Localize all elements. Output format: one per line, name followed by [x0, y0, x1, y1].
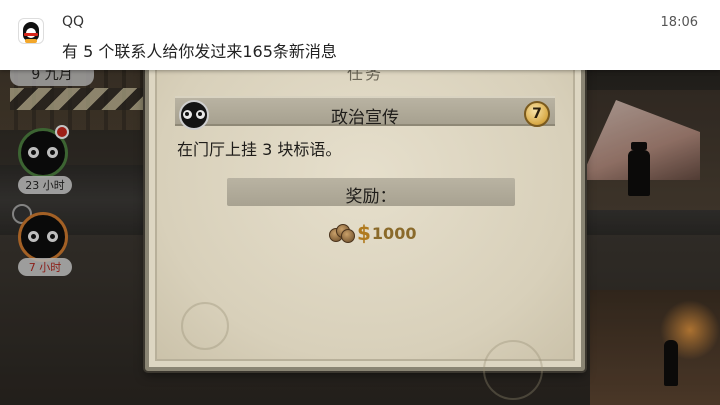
watermark-emblem [181, 302, 229, 350]
task-icon [179, 100, 209, 130]
reward-header: 奖励： [227, 178, 515, 207]
task-description: 在门厅上挂 3 块标语。 [177, 140, 342, 159]
notification-banner[interactable]: QQ 有 5 个联系人给你发过来165条新消息 18:06 [0, 0, 720, 70]
eyes-face-icon [183, 110, 205, 120]
notification-app-name: QQ [62, 14, 85, 30]
task-header: 政治宣传 [175, 96, 555, 128]
reward-label: 奖励： [345, 187, 397, 207]
level-badge: 7 [524, 101, 550, 127]
watermark-emblem [483, 340, 543, 400]
qq-penguin-icon [18, 18, 44, 44]
notification-time: 18:06 [660, 15, 698, 30]
dialog-panel: 任务 政治宣传 7 在门厅上挂 3 块标语。 奖励： $ 1000 [155, 54, 575, 400]
task-name: 政治宣传 [331, 108, 399, 128]
currency-symbol: $ [357, 221, 371, 245]
notification-message: 有 5 个联系人给你发过来165条新消息 [62, 42, 337, 61]
task-dialog: 任务 政治宣传 7 在门厅上挂 3 块标语。 奖励： $ 1000 [145, 44, 585, 400]
reward-row: $ 1000 [329, 220, 416, 246]
reward-amount: 1000 [371, 223, 417, 243]
coins-icon [329, 222, 355, 244]
